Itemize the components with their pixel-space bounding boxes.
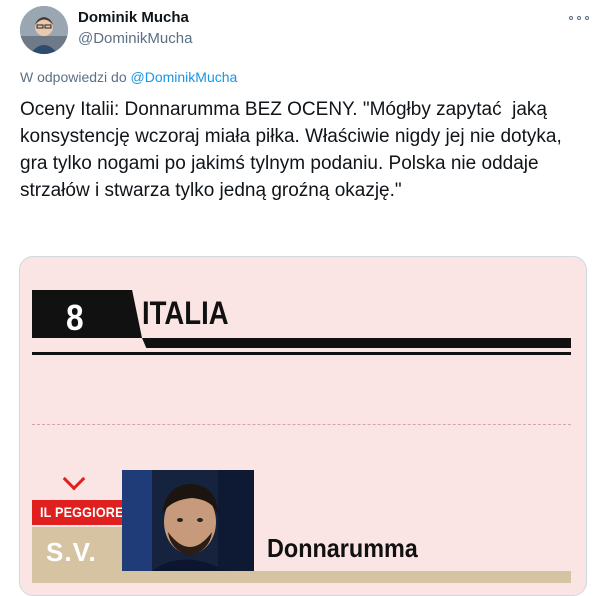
- rating-number: 8: [66, 297, 84, 338]
- reply-context: W odpowiedzi do @DominikMucha: [20, 69, 237, 85]
- tweet-text: Oceny Italii: Donnarumma BEZ OCENY. "Móg…: [20, 99, 568, 201]
- author-display-name[interactable]: Dominik Mucha: [78, 9, 189, 26]
- author-handle[interactable]: @DominikMucha: [78, 30, 192, 47]
- player-portrait: [122, 470, 254, 571]
- player-name: Donnarumma: [267, 533, 418, 563]
- dot: [577, 16, 581, 20]
- avatar[interactable]: [20, 6, 68, 54]
- grade-text: S.V.: [46, 537, 97, 567]
- header-rule-thin: [32, 352, 571, 355]
- worst-label: IL PEGGIORE: [40, 504, 124, 520]
- dot: [569, 16, 573, 20]
- media-image[interactable]: 8 ITALIA IL PEGGIORE S.V. Donnarumma: [19, 256, 587, 596]
- team-title: ITALIA: [142, 295, 229, 331]
- bottom-bar: [32, 571, 571, 583]
- avatar-photo: [20, 6, 68, 54]
- tweet: Dominik Mucha @DominikMucha W odpowiedzi…: [0, 0, 611, 596]
- chevron-down-icon: [62, 467, 86, 491]
- player-photo: [122, 470, 254, 571]
- reply-to-link[interactable]: @DominikMucha: [131, 69, 238, 85]
- more-options-icon[interactable]: [569, 12, 589, 24]
- header-rule-thick: [142, 338, 571, 348]
- dot: [585, 16, 589, 20]
- header-slant: [120, 290, 142, 338]
- reply-prefix: W odpowiedzi do: [20, 69, 127, 85]
- dashed-divider: [32, 424, 571, 425]
